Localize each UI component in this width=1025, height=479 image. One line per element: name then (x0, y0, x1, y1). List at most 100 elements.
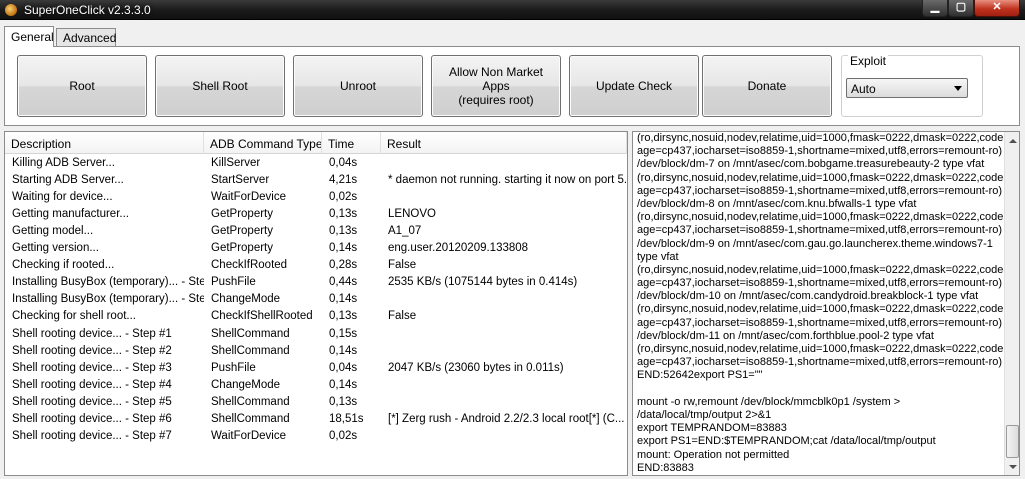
cell-adb-command-type: ShellCommand (211, 327, 290, 340)
console-line: (ro,dirsync,nosuid,nodev,relatime,uid=10… (637, 263, 1005, 276)
cell-description: Shell rooting device... - Step #5 (12, 395, 172, 408)
column-header-description[interactable]: Description (5, 132, 204, 154)
cell-result (381, 394, 627, 411)
cell-time: 0,14s (329, 293, 358, 306)
chevron-down-icon[interactable] (954, 86, 962, 91)
window-title: SuperOneClick v2.3.3.0 (24, 3, 151, 17)
console-scrollbar[interactable] (1004, 132, 1019, 475)
table-row[interactable]: Starting ADB Server... StartServer 4,21s * … (5, 172, 627, 189)
cell-adb-command-type: WaitForDevice (211, 429, 286, 442)
cell-result: * daemon not running. starting it now on… (388, 174, 627, 187)
maximize-button[interactable]: ▢ (948, 0, 974, 17)
cell-adb-command-type: ChangeMode (211, 378, 281, 391)
cell-adb-command-type: StartServer (211, 174, 270, 187)
cell-result: eng.user.20120209.133808 (388, 242, 529, 255)
cell-description: Getting model... (12, 225, 94, 238)
console-line: (ro,dirsync,nosuid,nodev,relatime,uid=10… (637, 132, 1005, 144)
cell-description: Waiting for device... (12, 191, 113, 204)
cell-result (381, 189, 627, 206)
console-line: (ro,dirsync,nosuid,nodev,relatime,uid=10… (637, 171, 1005, 184)
table-row[interactable]: Getting model... GetProperty 0,13s A1_07 (5, 223, 627, 240)
cell-result (381, 377, 627, 394)
table-row[interactable]: Waiting for device... WaitForDevice 0,02s (5, 189, 627, 206)
tab-general[interactable]: General (4, 26, 54, 47)
column-header-time[interactable]: Time (322, 132, 381, 154)
console-line: age=cp437,iocharset=iso8859-1,shortname=… (637, 316, 1003, 329)
table-row[interactable]: Installing BusyBox (temporary)... - Step… (5, 274, 627, 291)
console-line: (ro,dirsync,nosuid,nodev,relatime,uid=10… (637, 303, 1005, 316)
close-button[interactable]: ✕ (974, 0, 1020, 17)
console-line: /dev/block/dm-8 on /mnt/asec/com.knu.bfw… (637, 197, 917, 210)
cell-time: 0,13s (329, 395, 358, 408)
cell-time: 0,14s (329, 378, 358, 391)
column-header-adb-command-type[interactable]: ADB Command Type (204, 132, 322, 154)
cell-adb-command-type: GetProperty (211, 242, 273, 255)
table-row[interactable]: Shell rooting device... - Step #2 ShellCo… (5, 343, 627, 360)
cell-time: 0,02s (329, 191, 358, 204)
table-row[interactable]: Installing BusyBox (temporary)... - Step… (5, 291, 627, 308)
table-row[interactable]: Killing ADB Server... KillServer 0,04s (5, 155, 627, 172)
table-row[interactable]: Shell rooting device... - Step #6 ShellCo… (5, 411, 627, 428)
update-check-button[interactable]: Update Check (569, 55, 699, 117)
console-line: type vfat (637, 250, 679, 263)
cell-time: 0,14s (329, 242, 358, 255)
cell-time: 0,04s (329, 157, 358, 169)
exploit-groupbox: Exploit Auto (841, 54, 983, 117)
console-line: age=cp437,iocharset=iso8859-1,shortname=… (637, 224, 1003, 237)
console-line: mount -o rw,remount /dev/block/mmcblk0p1… (637, 395, 901, 408)
cell-adb-command-type: ShellCommand (211, 395, 290, 408)
column-header-result[interactable]: Result (381, 132, 627, 154)
console-line: /dev/block/dm-9 on /mnt/asec/com.gau.go.… (637, 237, 993, 250)
cell-result: False (388, 259, 417, 272)
shell-root-button[interactable]: Shell Root (155, 55, 285, 117)
table-row[interactable]: Shell rooting device... - Step #5 ShellCo… (5, 394, 627, 411)
cell-result: A1_07 (388, 225, 422, 238)
cell-time: 18,51s (329, 412, 364, 425)
log-table[interactable]: Description ADB Command Type Time Result… (4, 131, 628, 476)
table-row[interactable]: Checking for shell root... CheckIfShellRo… (5, 308, 627, 325)
cell-description: Shell rooting device... - Step #1 (12, 327, 172, 340)
cell-time: 0,13s (329, 208, 358, 221)
console-line: mount: Operation not permitted (637, 448, 790, 461)
minimize-button[interactable]: ▁ (922, 0, 948, 17)
exploit-select[interactable]: Auto (846, 78, 968, 98)
general-tab-panel: Root Shell Root Unroot Allow Non Market … (4, 46, 1020, 126)
console-line: export PS1=END:$TEMPRANDOM;cat /data/loc… (637, 435, 936, 448)
cell-result: LENOVO (388, 208, 436, 221)
table-row[interactable]: Checking if rooted... CheckIfRooted 0,28s F… (5, 257, 627, 274)
donate-button-label: Donate (747, 79, 787, 93)
table-row[interactable]: Shell rooting device... - Step #1 ShellCo… (5, 326, 627, 343)
cell-adb-command-type: ChangeMode (211, 293, 281, 306)
cell-description: Installing BusyBox (temporary)... - Step… (12, 293, 204, 306)
cell-time: 0,15s (329, 327, 358, 340)
allow-non-market-apps-button[interactable]: Allow Non Market Apps (requires root) (431, 55, 561, 117)
table-row[interactable]: Shell rooting device... - Step #3 PushFil… (5, 360, 627, 377)
table-row[interactable]: Shell rooting device... - Step #7 WaitFor… (5, 428, 627, 445)
cell-result (381, 326, 627, 343)
cell-result (381, 155, 627, 172)
table-row[interactable]: Shell rooting device... - Step #4 ChangeM… (5, 377, 627, 394)
tab-advanced[interactable]: Advanced (56, 28, 116, 46)
scroll-down-button[interactable] (1006, 459, 1019, 474)
cell-adb-command-type: CheckIfRooted (211, 259, 288, 272)
table-row[interactable]: Getting version... GetProperty 0,14s eng.us… (5, 240, 627, 257)
cell-adb-command-type: WaitForDevice (211, 191, 286, 204)
unroot-button[interactable]: Unroot (293, 55, 423, 117)
cell-adb-command-type: ShellCommand (211, 412, 290, 425)
table-row[interactable]: Getting manufacturer... GetProperty 0,13s L… (5, 206, 627, 223)
console-line: (ro,dirsync,nosuid,nodev,relatime,uid=10… (637, 211, 1005, 224)
console-line: END:52642export PS1="" (637, 369, 763, 382)
scroll-thumb[interactable] (1006, 425, 1019, 458)
console-line: age=cp437,iocharset=iso8859-1,shortname=… (637, 184, 1003, 197)
cell-result: [*] Zerg rush - Android 2.2/2.3 local ro… (388, 412, 625, 425)
scroll-up-button[interactable] (1006, 133, 1019, 148)
cell-time: 4,21s (329, 174, 358, 187)
console-output[interactable]: (ro,dirsync,nosuid,nodev,relatime,uid=10… (632, 131, 1020, 476)
app-icon (5, 4, 17, 16)
exploit-legend: Exploit (848, 54, 889, 68)
donate-button[interactable]: Donate (702, 55, 832, 117)
console-line: age=cp437,iocharset=iso8859-1,shortname=… (637, 277, 1003, 290)
cell-time: 0,13s (329, 310, 358, 323)
root-button[interactable]: Root (17, 55, 147, 117)
cell-adb-command-type: GetProperty (211, 208, 273, 221)
